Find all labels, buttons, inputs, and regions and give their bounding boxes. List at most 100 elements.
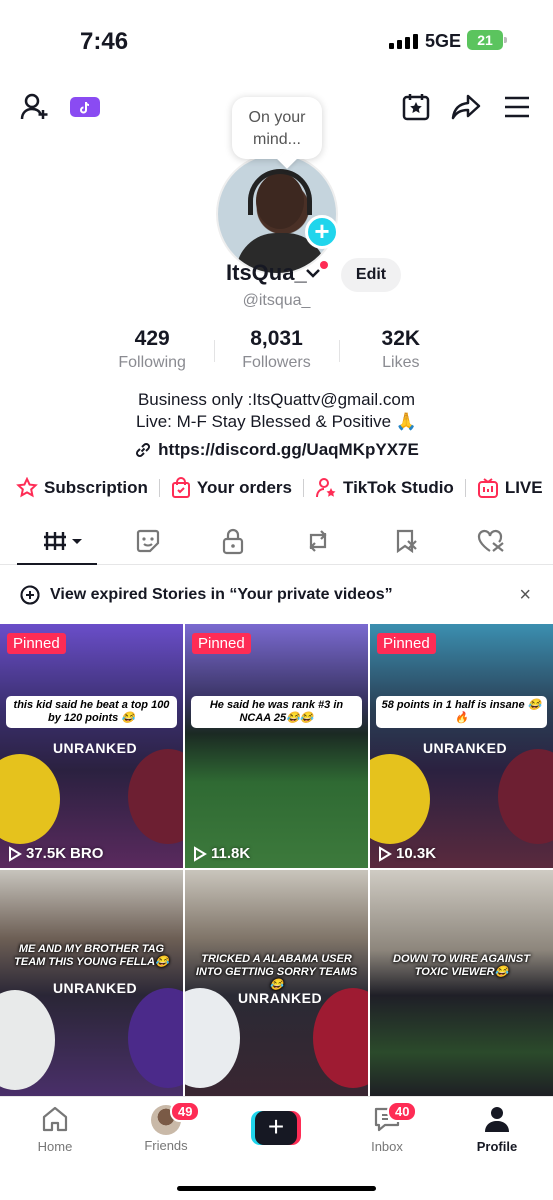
tab-private[interactable] <box>213 526 253 556</box>
video-extra-text: BRO <box>70 845 104 862</box>
shortcut-subscription[interactable]: Subscription <box>16 477 148 499</box>
bookmark-off-icon <box>396 529 417 554</box>
profile-tabs <box>0 520 553 565</box>
stat-likes[interactable]: 32K Likes <box>338 326 463 376</box>
video-caption: 58 points in 1 half is insane 😂🔥 <box>376 696 547 728</box>
bottom-navigation: Home 49 Friends + 40 Inbox Profile <box>0 1096 553 1200</box>
tab-reposts[interactable] <box>298 526 338 556</box>
view-count: 10.3K <box>378 845 436 862</box>
live-tv-icon <box>477 478 498 498</box>
videos-grid-icon <box>44 532 82 550</box>
profile-icon <box>485 1107 509 1132</box>
nav-label: Home <box>37 1139 73 1154</box>
shortcut-label: Subscription <box>44 478 148 497</box>
chevron-down-icon[interactable] <box>305 266 321 284</box>
video-overlay-text: UNRANKED <box>52 980 138 996</box>
video-caption: ME AND MY BROTHER TAG TEAM THIS YOUNG FE… <box>14 943 169 968</box>
stat-value: 8,031 <box>250 327 303 350</box>
video-caption: DOWN TO WIRE AGAINST TOXIC VIEWER😂 <box>393 953 530 978</box>
view-count: 37.5K BRO <box>8 845 103 862</box>
tab-reposts-stickers[interactable] <box>128 526 168 556</box>
lock-icon <box>222 528 244 555</box>
stat-following[interactable]: 429 Following <box>90 326 214 376</box>
network-label: 5GE <box>425 31 462 51</box>
video-overlay-text: UNRANKED <box>52 740 138 756</box>
nav-profile[interactable]: Profile <box>457 1105 537 1154</box>
friends-badge: 49 <box>170 1101 201 1122</box>
status-bar: 7:46 5GE 21 <box>0 0 553 80</box>
video-thumbnail[interactable]: Pinned 58 points in 1 half is insane 😂🔥 … <box>370 624 553 868</box>
video-thumbnail[interactable]: DOWN TO WIRE AGAINST TOXIC VIEWER😂 <box>370 870 553 1096</box>
create-button[interactable]: + <box>251 1111 301 1145</box>
status-time: 7:46 <box>80 28 129 55</box>
nav-label: Profile <box>476 1139 518 1154</box>
tab-favorites[interactable] <box>386 526 426 556</box>
pinned-badge: Pinned <box>192 633 251 654</box>
nav-friends[interactable]: 49 Friends <box>126 1101 206 1153</box>
view-count-text: 11.8K <box>211 845 251 862</box>
profile-username[interactable]: ItsQua_ <box>226 260 307 286</box>
nav-label: Friends <box>144 1138 188 1153</box>
video-thumbnail[interactable]: Pinned this kid said he beat a top 100 b… <box>0 624 183 868</box>
shortcut-your-orders[interactable]: Your orders <box>171 477 292 499</box>
bio-line: Live: M-F Stay Blessed & Positive 🙏 <box>136 412 417 431</box>
link-icon <box>136 442 151 458</box>
video-overlay-text: UNRANKED <box>237 990 323 1006</box>
stat-followers[interactable]: 8,031 Followers <box>214 326 338 376</box>
video-overlay-text: UNRANKED <box>422 740 508 756</box>
video-grid: Pinned this kid said he beat a top 100 b… <box>0 624 553 1096</box>
expired-stories-notice[interactable]: View expired Stories in “Your private vi… <box>0 575 553 615</box>
share-icon[interactable] <box>449 90 483 124</box>
notice-text: View expired Stories in “Your private vi… <box>50 586 393 603</box>
video-caption: TRICKED A ALABAMA USER INTO GETTING SORR… <box>195 953 358 991</box>
studio-icon <box>316 478 336 498</box>
inbox-badge: 40 <box>387 1101 418 1122</box>
nav-home[interactable]: Home <box>15 1105 95 1154</box>
nav-label: Inbox <box>371 1139 403 1154</box>
video-thumbnail[interactable]: ME AND MY BROTHER TAG TEAM THIS YOUNG FE… <box>0 870 183 1096</box>
pinned-badge: Pinned <box>377 633 436 654</box>
add-story-icon[interactable]: + <box>305 215 339 249</box>
tab-liked[interactable] <box>471 526 511 556</box>
close-icon[interactable]: × <box>519 584 531 607</box>
view-count: 11.8K <box>193 845 250 862</box>
view-count-text: 37.5K <box>26 845 67 862</box>
profile-avatar[interactable]: + <box>216 153 339 275</box>
add-friend-icon[interactable] <box>18 90 52 124</box>
heart-hidden-icon <box>477 529 504 552</box>
note-bubble-text: On your mind... <box>248 109 306 148</box>
video-caption: He said he was rank #3 in NCAA 25😂😂 <box>191 696 362 728</box>
video-caption: this kid said he beat a top 100 by 120 p… <box>6 696 177 728</box>
stat-value: 429 <box>134 327 170 350</box>
menu-icon[interactable] <box>500 90 534 124</box>
note-bubble[interactable]: On your mind... <box>232 97 322 159</box>
profile-bio: Business only :ItsQuattv@gmail.com Live:… <box>0 389 553 433</box>
bio-link-text: https://discord.gg/UaqMKpYX7E <box>158 440 419 459</box>
signal-icon <box>389 33 418 49</box>
stat-value: 32K <box>381 327 421 350</box>
tab-videos[interactable] <box>40 526 86 556</box>
favorites-calendar-icon[interactable] <box>399 90 433 124</box>
video-thumbnail[interactable]: Pinned He said he was rank #3 in NCAA 25… <box>185 624 368 868</box>
stat-label: Likes <box>382 354 420 371</box>
sticker-icon <box>136 529 160 553</box>
creator-shortcuts: Subscription Your orders TikTok Studio L… <box>16 475 546 501</box>
stat-label: Followers <box>242 354 311 371</box>
battery-level: 21 <box>477 32 493 48</box>
bio-link[interactable]: https://discord.gg/UaqMKpYX7E <box>0 440 553 460</box>
tiktok-coin-icon[interactable] <box>68 90 102 124</box>
pinned-badge: Pinned <box>7 633 66 654</box>
plus-icon: + <box>255 1111 297 1145</box>
notification-dot <box>320 261 328 269</box>
play-icon <box>194 845 207 862</box>
video-thumbnail[interactable]: TRICKED A ALABAMA USER INTO GETTING SORR… <box>185 870 368 1096</box>
shortcut-tiktok-studio[interactable]: TikTok Studio <box>315 477 454 499</box>
edit-profile-button[interactable]: Edit <box>341 258 401 292</box>
battery-icon: 21 <box>467 30 507 50</box>
orders-bag-icon <box>171 477 190 498</box>
profile-stats: 429 Following 8,031 Followers 32K Likes <box>90 326 463 376</box>
shortcut-label: TikTok Studio <box>343 478 454 497</box>
stat-label: Following <box>118 354 186 371</box>
shortcut-live[interactable]: LIVE <box>477 477 543 499</box>
nav-inbox[interactable]: 40 Inbox <box>347 1101 427 1154</box>
